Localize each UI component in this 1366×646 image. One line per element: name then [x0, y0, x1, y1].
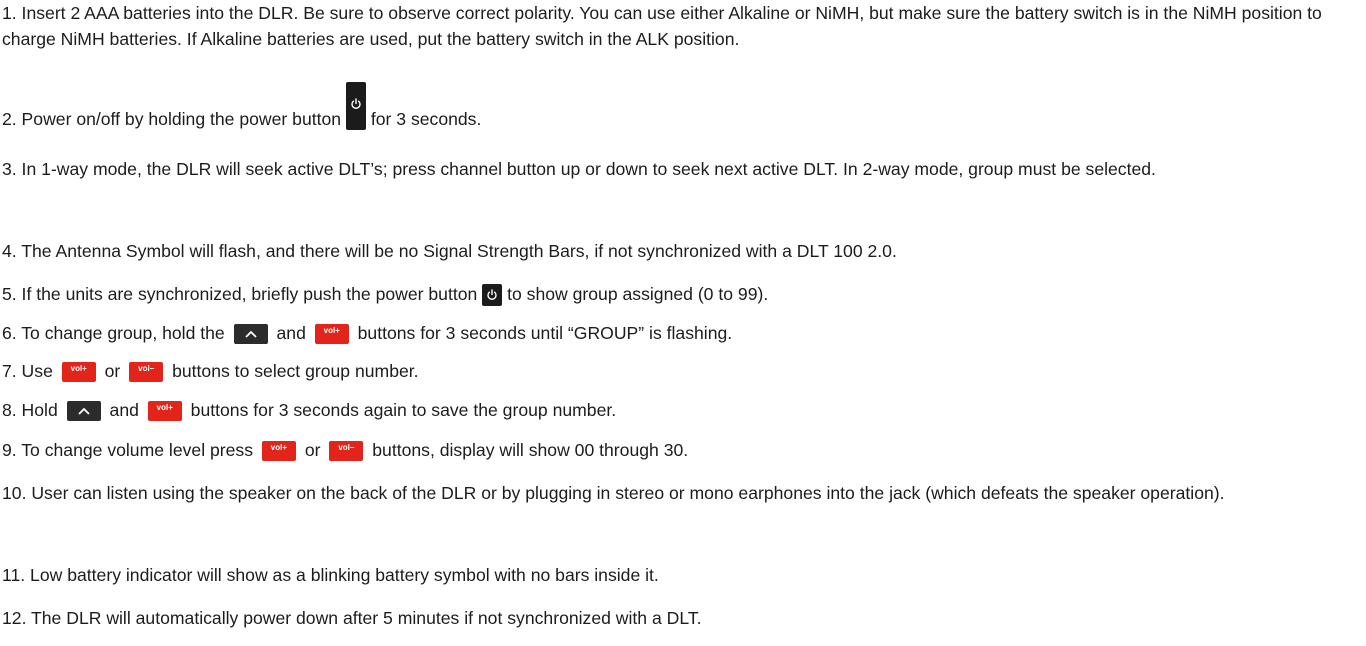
step-2: 2. Power on/off by holding the power but… — [2, 82, 1362, 132]
step-12: 12. The DLR will automatically power dow… — [2, 608, 702, 628]
power-icon — [482, 284, 503, 307]
step-6: 6. To change group, hold the and vol+ bu… — [2, 323, 733, 345]
step-11: 11. Low battery indicator will show as a… — [2, 565, 659, 585]
step-5: 5. If the units are synchronized, briefl… — [2, 281, 1362, 307]
vol-plus-icon: vol+ — [261, 441, 296, 462]
power-icon — [345, 82, 366, 130]
chevron-up-icon — [66, 401, 101, 422]
vol-minus-icon: vol– — [329, 441, 364, 462]
step-1: 1. Insert 2 AAA batteries into the DLR. … — [2, 3, 1322, 49]
chevron-up-icon — [233, 324, 268, 345]
step-8: 8. Hold and vol+ buttons for 3 seconds a… — [2, 400, 617, 422]
step-10: 10. User can listen using the speaker on… — [2, 483, 1225, 503]
vol-plus-icon: vol+ — [147, 401, 182, 422]
vol-minus-icon: vol– — [129, 362, 164, 383]
step-3: 3. In 1-way mode, the DLR will seek acti… — [2, 159, 1156, 179]
vol-plus-icon: vol+ — [314, 324, 349, 345]
vol-plus-icon: vol+ — [61, 362, 96, 383]
step-7: 7. Use vol+ or vol– buttons to select gr… — [2, 361, 419, 383]
step-9: 9. To change volume level press vol+ or … — [2, 440, 689, 462]
step-4: 4. The Antenna Symbol will flash, and th… — [2, 241, 897, 261]
instructions-page: 1. Insert 2 AAA batteries into the DLR. … — [0, 0, 1366, 646]
